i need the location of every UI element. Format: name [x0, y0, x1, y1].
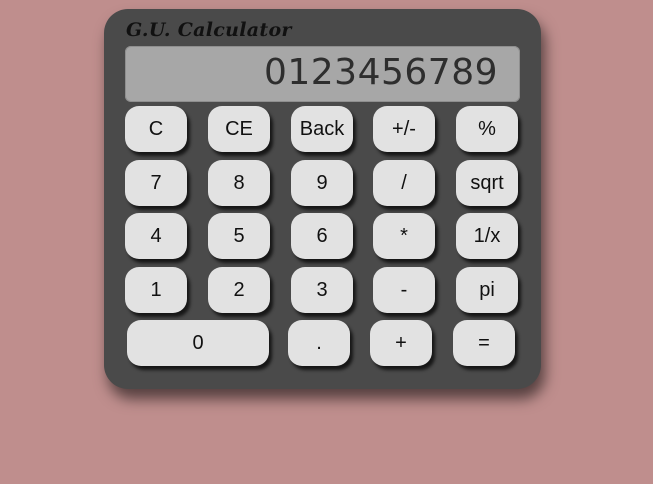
clear-button[interactable]: C: [125, 106, 187, 152]
display-screen: 0123456789: [125, 46, 520, 102]
divide-button[interactable]: /: [373, 160, 435, 206]
digit-8-button[interactable]: 8: [208, 160, 270, 206]
clear-entry-button[interactable]: CE: [208, 106, 270, 152]
digit-2-button[interactable]: 2: [208, 267, 270, 313]
digit-0-button[interactable]: 0: [127, 320, 269, 366]
equals-button[interactable]: =: [453, 320, 515, 366]
calculator-panel: G.U. Calculator 0123456789 C CE Back +/-…: [104, 9, 541, 389]
app-title: G.U. Calculator: [126, 19, 292, 41]
reciprocal-button[interactable]: 1/x: [456, 213, 518, 259]
digit-9-button[interactable]: 9: [291, 160, 353, 206]
digit-4-button[interactable]: 4: [125, 213, 187, 259]
pi-button[interactable]: pi: [456, 267, 518, 313]
percent-button[interactable]: %: [456, 106, 518, 152]
negate-button[interactable]: +/-: [373, 106, 435, 152]
digit-7-button[interactable]: 7: [125, 160, 187, 206]
decimal-button[interactable]: .: [288, 320, 350, 366]
digit-3-button[interactable]: 3: [291, 267, 353, 313]
sqrt-button[interactable]: sqrt: [456, 160, 518, 206]
subtract-button[interactable]: -: [373, 267, 435, 313]
digit-6-button[interactable]: 6: [291, 213, 353, 259]
add-button[interactable]: +: [370, 320, 432, 366]
digit-1-button[interactable]: 1: [125, 267, 187, 313]
backspace-button[interactable]: Back: [291, 106, 353, 152]
digit-5-button[interactable]: 5: [208, 213, 270, 259]
multiply-button[interactable]: *: [373, 213, 435, 259]
display-value: 0123456789: [263, 52, 498, 93]
